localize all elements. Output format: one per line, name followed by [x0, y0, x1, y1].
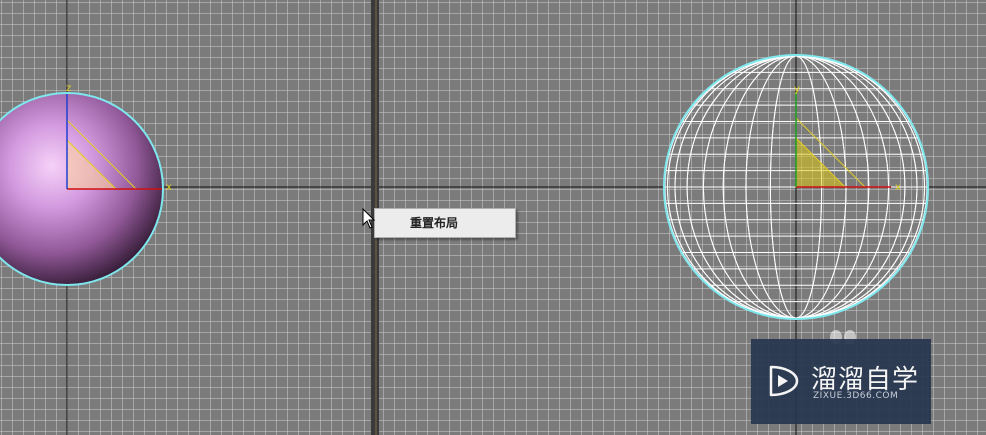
watermark-url: ZIXUE.3D66.COM — [813, 391, 899, 401]
play-logo-icon — [769, 365, 799, 397]
viewport-left[interactable]: z x — [0, 0, 371, 435]
mouse-cursor-icon — [362, 208, 376, 229]
watermark-badge: 溜溜自学 ZIXUE.3D66.COM — [751, 339, 931, 424]
context-menu: 重置布局 — [374, 208, 516, 238]
gizmo-z-label: z — [66, 83, 71, 94]
shaded-sphere-scene: z x — [0, 0, 371, 435]
gizmo-x-label: x — [895, 182, 901, 193]
gizmo-x-label: x — [166, 182, 172, 193]
gizmo-y-label: y — [794, 84, 800, 95]
reset-layout-menu-item[interactable]: 重置布局 — [375, 209, 515, 237]
